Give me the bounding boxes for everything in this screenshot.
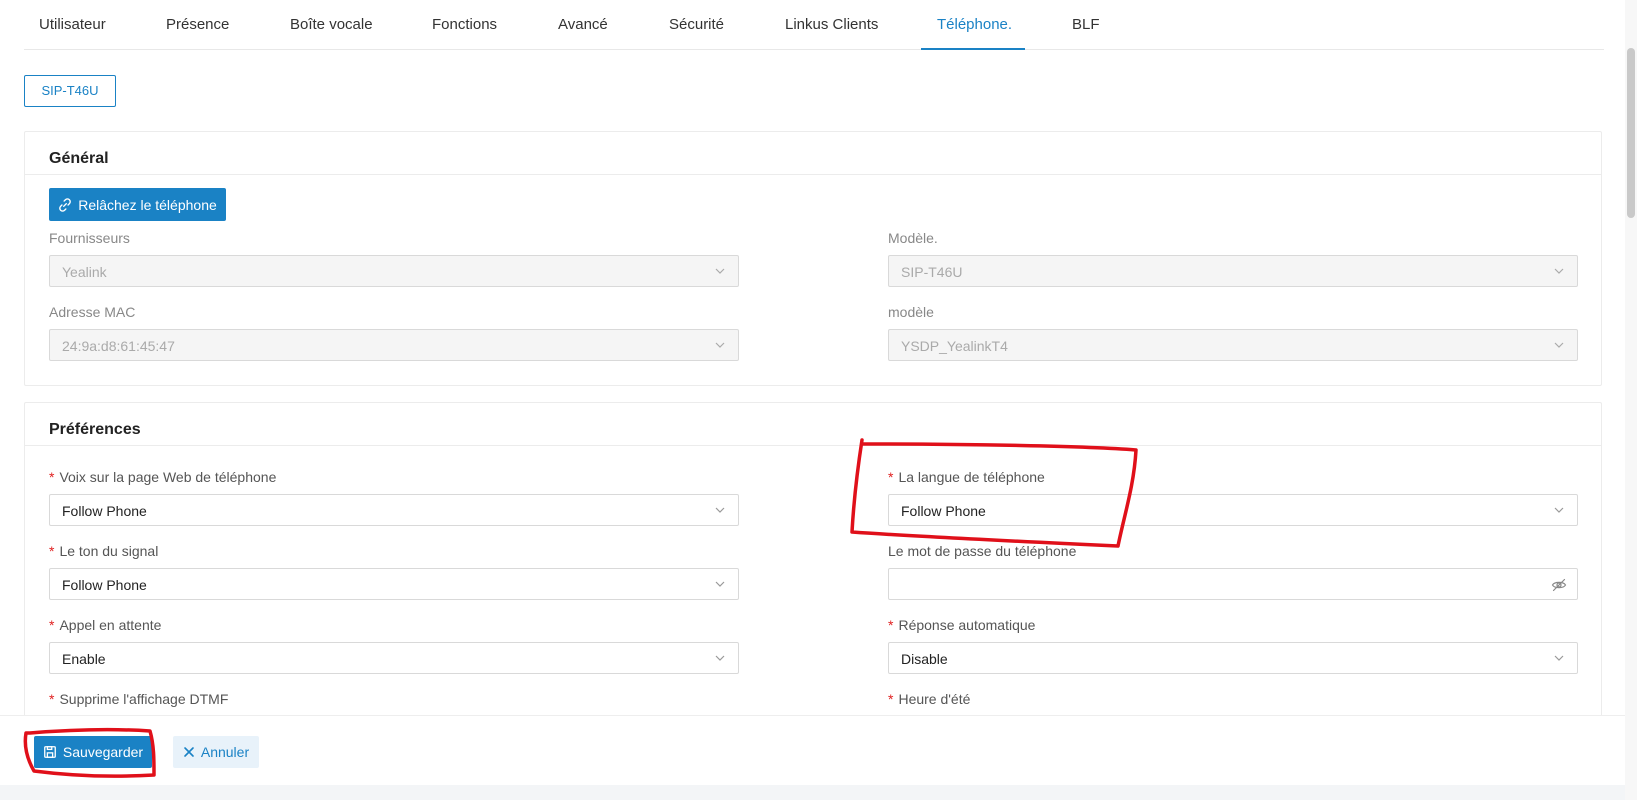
footer-bottom-strip (0, 785, 1637, 800)
preferences-divider (25, 445, 1601, 446)
tab-presence[interactable]: Présence (166, 16, 229, 33)
preferences-card: Préférences (24, 402, 1602, 732)
web-voice-label: * Voix sur la page Web de téléphone (49, 469, 277, 485)
tab-securite[interactable]: Sécurité (669, 16, 724, 33)
unlink-icon (59, 197, 72, 212)
phone-password-label: Le mot de passe du téléphone (888, 543, 1077, 559)
save-icon (44, 746, 56, 758)
mac-address-value: 24:9a:d8:61:45:47 (62, 338, 175, 354)
signal-tone-select[interactable]: Follow Phone (49, 568, 739, 600)
tab-utilisateur[interactable]: Utilisateur (39, 16, 106, 33)
device-sip-t46u-button[interactable]: SIP-T46U (24, 75, 116, 107)
template-select[interactable]: YSDP_YealinkT4 (888, 329, 1578, 361)
phone-language-value: Follow Phone (901, 503, 986, 519)
dtmf-label: * Supprime l'affichage DTMF (49, 691, 229, 707)
scrollbar-thumb[interactable] (1627, 48, 1635, 218)
tab-blf[interactable]: BLF (1072, 16, 1100, 33)
vendor-label: Fournisseurs (49, 230, 130, 246)
tab-linkus-clients[interactable]: Linkus Clients (785, 16, 878, 33)
call-waiting-select[interactable]: Enable (49, 642, 739, 674)
signal-tone-value: Follow Phone (62, 577, 147, 593)
release-phone-button[interactable]: Relâchez le téléphone (49, 188, 226, 221)
cancel-button[interactable]: Annuler (173, 736, 259, 768)
model-label: Modèle. (888, 230, 938, 246)
auto-answer-label: * Réponse automatique (888, 617, 1036, 633)
save-button[interactable]: Sauvegarder (34, 736, 152, 768)
call-waiting-value: Enable (62, 651, 106, 667)
chevron-down-icon (715, 342, 725, 348)
template-value: YSDP_YealinkT4 (901, 338, 1008, 354)
auto-answer-select[interactable]: Disable (888, 642, 1578, 674)
cancel-label: Annuler (200, 744, 250, 760)
release-phone-label: Relâchez le téléphone (78, 196, 217, 213)
call-waiting-label: * Appel en attente (49, 617, 162, 633)
chevron-down-icon (715, 268, 725, 274)
phone-language-select[interactable]: Follow Phone (888, 494, 1578, 526)
dst-label: * Heure d'été (888, 691, 971, 707)
vendor-select[interactable]: Yealink (49, 255, 739, 287)
chevron-down-icon (1554, 342, 1564, 348)
phone-password-input[interactable] (888, 568, 1578, 600)
mac-address-label: Adresse MAC (49, 304, 136, 320)
general-title: Général (49, 150, 109, 167)
active-tab-indicator (921, 48, 1025, 50)
signal-tone-label: * Le ton du signal (49, 543, 159, 559)
vendor-value: Yealink (62, 264, 107, 280)
model-select[interactable]: SIP-T46U (888, 255, 1578, 287)
general-divider (25, 174, 1601, 175)
eye-off-icon[interactable] (1551, 577, 1567, 593)
save-label: Sauvegarder (62, 744, 144, 760)
mac-address-select[interactable]: 24:9a:d8:61:45:47 (49, 329, 739, 361)
chevron-down-icon (1554, 507, 1564, 513)
tab-avance[interactable]: Avancé (558, 16, 608, 33)
tab-fonctions[interactable]: Fonctions (432, 16, 497, 33)
preferences-title: Préférences (49, 421, 141, 438)
model-value: SIP-T46U (901, 264, 963, 280)
close-icon (184, 747, 194, 757)
chevron-down-icon (1554, 268, 1564, 274)
template-label: modèle (888, 304, 934, 320)
web-voice-value: Follow Phone (62, 503, 147, 519)
page-scrollbar[interactable] (1625, 0, 1637, 800)
chevron-down-icon (715, 655, 725, 661)
tab-boite-vocale[interactable]: Boîte vocale (290, 16, 373, 33)
tab-bar: Utilisateur Présence Boîte vocale Foncti… (24, 0, 1604, 50)
web-voice-select[interactable]: Follow Phone (49, 494, 739, 526)
phone-language-label: * La langue de téléphone (888, 469, 1045, 485)
chevron-down-icon (715, 507, 725, 513)
chevron-down-icon (715, 581, 725, 587)
auto-answer-value: Disable (901, 651, 948, 667)
chevron-down-icon (1554, 655, 1564, 661)
tab-telephone[interactable]: Téléphone. (937, 16, 1012, 33)
